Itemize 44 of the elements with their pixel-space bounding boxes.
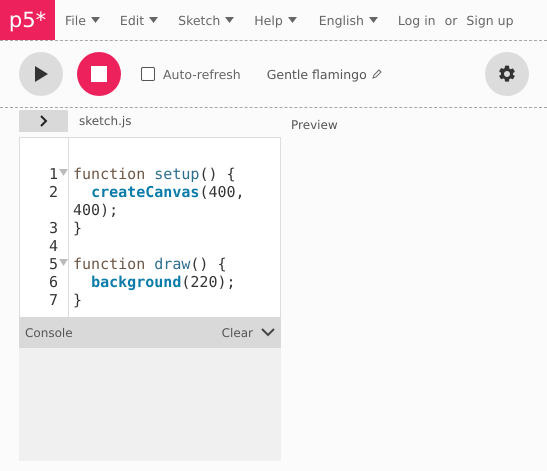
line-number: 7	[48, 291, 58, 309]
line-number: 1	[48, 165, 58, 183]
caret-icon	[368, 17, 378, 23]
menu-item[interactable]: File	[65, 12, 100, 28]
play-icon	[34, 66, 48, 82]
caret-icon	[90, 17, 100, 23]
caret-icon	[288, 17, 297, 23]
play-button[interactable]	[19, 52, 63, 96]
line-number: 6	[48, 273, 58, 291]
signup-link[interactable]: Sign up	[466, 12, 514, 28]
line-number: 2	[48, 183, 58, 201]
code-line: createCanvas(400, 400);	[72, 183, 246, 219]
line-number: 3	[48, 219, 58, 237]
menu-item[interactable]: English	[318, 12, 378, 28]
console-title: Console	[25, 326, 73, 340]
caret-icon	[225, 17, 234, 23]
login-link[interactable]: Log in	[398, 12, 436, 28]
settings-icon	[497, 64, 517, 84]
menu-item[interactable]: Sketch	[178, 12, 234, 28]
code-line: function setup() {	[72, 165, 237, 183]
sketch-name[interactable]: Gentle flamingo	[266, 66, 367, 82]
code-line: }	[72, 219, 84, 237]
code-line: function draw() {	[72, 255, 228, 273]
clear-button[interactable]: Clear	[222, 326, 275, 340]
settings-button[interactable]	[485, 52, 529, 96]
chevron-icon	[40, 115, 48, 127]
file-tab[interactable]: sketch.js	[79, 114, 132, 128]
menu-item[interactable]: Help	[254, 12, 297, 28]
caret-icon	[149, 17, 158, 23]
code-line: background(220);	[90, 273, 237, 291]
code-line: }	[72, 291, 84, 309]
menu-item[interactable]: Edit	[120, 12, 158, 28]
logo[interactable]: p5*	[0, 0, 55, 40]
preview-label: Preview	[291, 118, 338, 132]
checkbox-label: Auto-refresh	[163, 66, 241, 82]
sidebar-toggle[interactable]	[19, 110, 68, 132]
pencil-icon[interactable]	[372, 69, 382, 79]
stop-icon	[91, 66, 107, 82]
line-number: 4	[48, 237, 58, 255]
separator-text: or	[444, 12, 458, 28]
stop-button[interactable]	[77, 52, 121, 96]
checkbox[interactable]	[141, 67, 155, 81]
line-number: 5	[48, 255, 58, 273]
chevron-icon	[261, 328, 275, 337]
